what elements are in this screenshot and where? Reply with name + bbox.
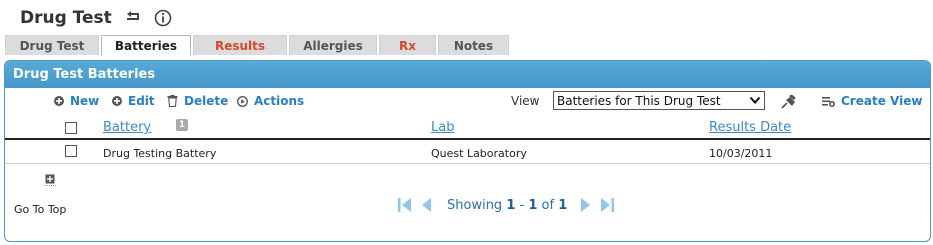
column-header-lab[interactable]: Lab bbox=[431, 120, 454, 135]
tab-batteries[interactable]: Batteries bbox=[101, 35, 191, 56]
batteries-panel: Drug Test Batteries New Edit Delete Acti… bbox=[4, 60, 931, 242]
pager-prefix: Showing bbox=[447, 197, 503, 213]
next-page-icon[interactable] bbox=[579, 196, 593, 214]
grid-header: Battery 1 Lab Results Date bbox=[5, 116, 930, 140]
cell-results-date: 10/03/2011 bbox=[709, 147, 773, 160]
page-title: Drug Test bbox=[20, 8, 112, 28]
pager-total: 1 bbox=[558, 197, 568, 213]
new-label: New bbox=[70, 94, 100, 108]
plus-circle-icon bbox=[112, 96, 122, 106]
title-row: Drug Test bbox=[20, 6, 172, 30]
tab-bar: Drug Test Batteries Results Allergies Rx… bbox=[5, 35, 511, 56]
view-select-value: Batteries for This Drug Test bbox=[557, 93, 721, 108]
create-view-label: Create View bbox=[841, 94, 923, 108]
row-checkbox[interactable] bbox=[65, 145, 77, 157]
plus-circle-icon bbox=[54, 96, 64, 106]
cell-lab: Quest Laboratory bbox=[431, 147, 527, 160]
chevron-down-icon bbox=[749, 94, 761, 109]
delete-label: Delete bbox=[184, 94, 229, 108]
go-to-top-link[interactable]: Go To Top bbox=[14, 203, 66, 216]
previous-page-icon[interactable] bbox=[419, 196, 433, 214]
tab-drug-test[interactable]: Drug Test bbox=[5, 35, 99, 55]
delete-button[interactable]: Delete bbox=[167, 94, 228, 108]
view-label: View bbox=[511, 94, 540, 108]
column-header-results-date[interactable]: Results Date bbox=[709, 120, 791, 135]
pager: Showing 1 - 1 of 1 bbox=[397, 195, 615, 215]
tab-allergies[interactable]: Allergies bbox=[289, 35, 377, 55]
play-circle-icon bbox=[237, 95, 248, 107]
panel-title: Drug Test Batteries bbox=[5, 61, 930, 88]
pager-separator: - bbox=[519, 197, 525, 213]
tab-results[interactable]: Results bbox=[193, 35, 287, 55]
view-select[interactable]: Batteries for This Drug Test bbox=[553, 91, 765, 110]
return-arrow-icon[interactable] bbox=[124, 10, 142, 26]
edit-label: Edit bbox=[128, 94, 155, 108]
tab-notes[interactable]: Notes bbox=[438, 35, 509, 55]
last-page-icon[interactable] bbox=[599, 196, 615, 214]
new-button[interactable]: New bbox=[54, 94, 99, 108]
expand-plus-icon[interactable] bbox=[45, 171, 57, 186]
info-icon[interactable] bbox=[154, 9, 172, 27]
pager-from: 1 bbox=[506, 197, 516, 213]
actions-label: Actions bbox=[254, 94, 305, 108]
pager-to: 1 bbox=[528, 197, 538, 213]
pager-status: Showing 1 - 1 of 1 bbox=[447, 198, 567, 213]
toolbar: New Edit Delete Actions View Batteries f… bbox=[5, 88, 930, 114]
first-page-icon[interactable] bbox=[397, 196, 413, 214]
pin-icon[interactable] bbox=[781, 93, 797, 113]
pager-of: of bbox=[541, 197, 555, 213]
edit-button[interactable]: Edit bbox=[112, 94, 155, 108]
tab-rx[interactable]: Rx bbox=[379, 35, 436, 55]
select-all-checkbox[interactable] bbox=[65, 122, 77, 134]
actions-button[interactable]: Actions bbox=[237, 94, 304, 108]
create-view-button[interactable]: Create View bbox=[822, 94, 922, 108]
table-row[interactable]: Drug Testing Battery Quest Laboratory 10… bbox=[5, 142, 930, 164]
sort-order-badge: 1 bbox=[176, 119, 188, 131]
trash-icon bbox=[167, 95, 178, 107]
cell-battery[interactable]: Drug Testing Battery bbox=[103, 147, 216, 160]
column-header-battery[interactable]: Battery bbox=[103, 120, 151, 135]
list-add-icon bbox=[822, 96, 835, 107]
